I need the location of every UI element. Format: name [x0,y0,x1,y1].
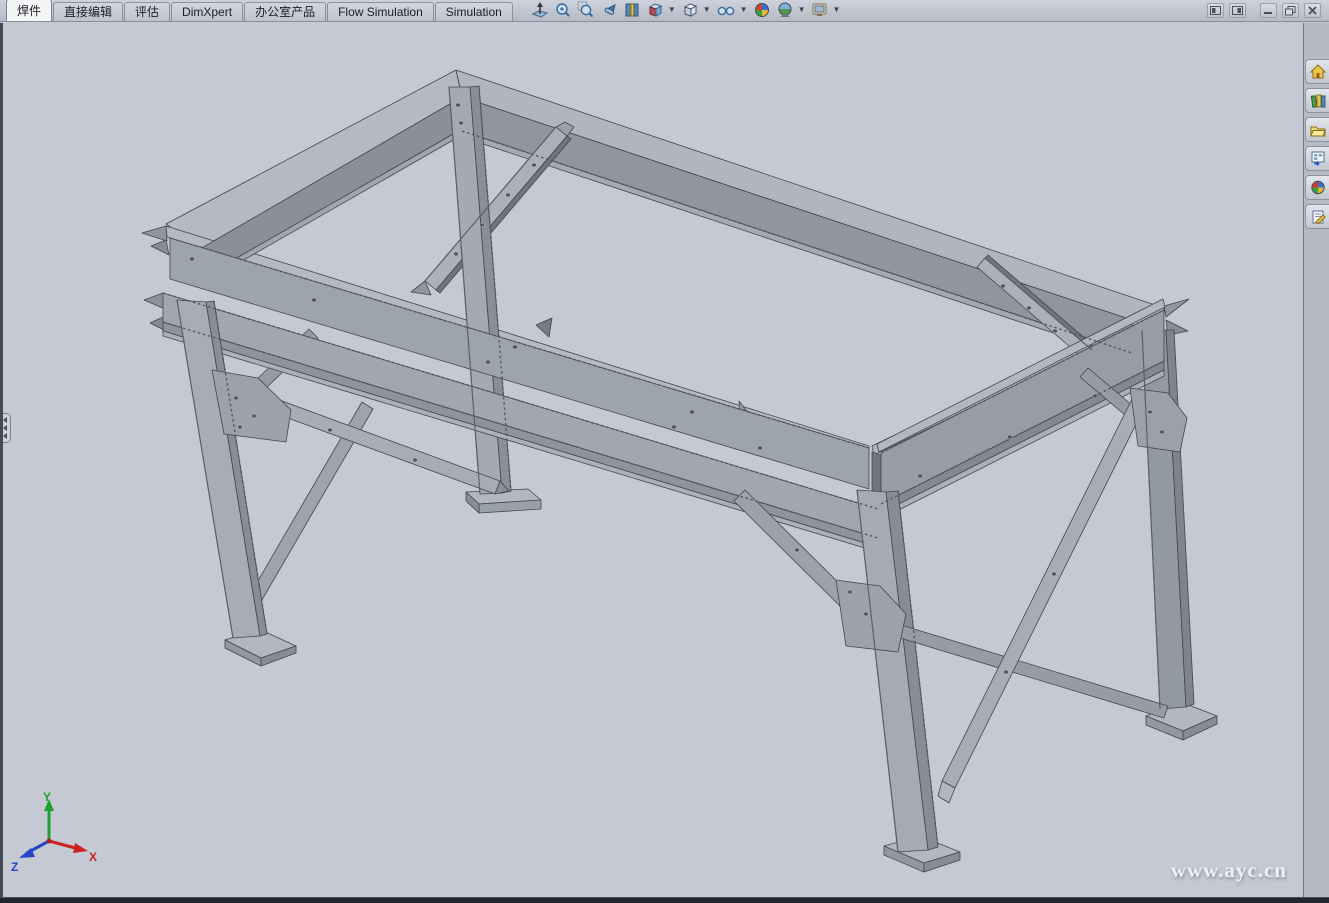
heads-up-view-toolbar: ▼ ▼ ▼ [530,0,842,21]
section-view-glyph [623,1,641,19]
hide-show-items-icon[interactable] [715,0,737,20]
zoom-to-area-icon[interactable] [576,0,596,20]
task-pane-tab-appearances-scenes[interactable] [1305,175,1329,200]
collapse-pane-right-button[interactable] [1229,3,1246,18]
collapse-pane-left-icon [1210,6,1221,15]
hide-show-items-dropdown[interactable]: ▼ [740,6,748,14]
zoom-to-area-glyph [577,1,595,19]
previous-view-icon[interactable] [599,0,619,20]
view-palette-icon [1310,151,1326,166]
triad-y-label: Y [43,790,51,804]
triad-x-label: X [89,850,97,864]
view-orientation-icon[interactable] [645,0,665,20]
weldment-frame-model [142,70,1217,872]
display-style-glyph [681,1,699,19]
appearances-sphere-icon [1310,180,1326,195]
view-orientation-dropdown[interactable]: ▼ [668,6,676,14]
reference-triad: Y X Z [9,789,101,877]
window-border-left [0,23,3,897]
triad-z-label: Z [11,860,18,874]
normal-to-glyph [531,1,549,19]
apply-scene-dropdown[interactable]: ▼ [798,6,806,14]
tab-simulation[interactable]: Simulation [435,2,513,21]
normal-to-icon[interactable] [530,0,550,20]
watermark: www.ayc.cn [1171,858,1287,883]
task-pane [1303,23,1329,897]
graphics-area[interactable]: Y X Z www.ayc.cn [3,23,1303,897]
task-pane-tab-custom-properties[interactable] [1305,204,1329,229]
restore-button[interactable] [1282,3,1299,18]
apply-scene-icon[interactable] [775,0,795,20]
home-icon [1310,64,1326,79]
books-icon [1310,93,1326,108]
display-style-dropdown[interactable]: ▼ [703,6,711,14]
custom-properties-icon [1310,209,1326,224]
collapse-arrow-icon [3,425,7,431]
section-view-icon[interactable] [622,0,642,20]
task-pane-tab-design-library[interactable] [1305,88,1329,113]
zoom-to-fit-icon[interactable] [553,0,573,20]
window-border-bottom [0,897,1329,903]
task-pane-tab-file-explorer[interactable] [1305,117,1329,142]
minimize-icon [1264,6,1274,15]
view-settings-dropdown[interactable]: ▼ [833,6,841,14]
tab-直接编辑[interactable]: 直接编辑 [53,2,123,21]
tab-评估[interactable]: 评估 [124,2,170,21]
model-canvas[interactable] [3,23,1303,897]
collapse-arrow-icon [3,433,7,439]
apply-scene-glyph [776,1,794,19]
display-style-icon[interactable] [680,0,700,20]
previous-view-glyph [600,1,618,19]
collapse-pane-right-icon [1232,6,1243,15]
tab-weldments[interactable]: 焊件 [6,0,52,21]
edit-appearance-icon[interactable] [752,0,772,20]
window-controls [1207,3,1321,18]
task-pane-tab-view-palette[interactable] [1305,146,1329,171]
minimize-button[interactable] [1260,3,1277,18]
restore-icon [1285,6,1296,16]
close-button[interactable] [1304,3,1321,18]
solidworks-window: 焊件直接编辑评估DimXpert办公室产品Flow SimulationSimu… [0,0,1329,903]
folder-icon [1310,123,1326,137]
task-pane-tab-solidworks-resources[interactable] [1305,59,1329,84]
collapse-arrow-icon [3,417,7,423]
view-orientation-glyph [646,1,664,19]
command-bar: 焊件直接编辑评估DimXpert办公室产品Flow SimulationSimu… [0,0,1329,22]
tab-dimxpert[interactable]: DimXpert [171,2,243,21]
collapse-pane-left-button[interactable] [1207,3,1224,18]
tab-办公室产品[interactable]: 办公室产品 [244,2,326,21]
edit-appearance-glyph [753,1,771,19]
command-tabs: 焊件直接编辑评估DimXpert办公室产品Flow SimulationSimu… [6,0,514,21]
view-settings-glyph [811,1,829,19]
view-settings-icon[interactable] [810,0,830,20]
tab-flow-simulation[interactable]: Flow Simulation [327,2,434,21]
zoom-to-fit-glyph [554,1,572,19]
close-icon [1308,6,1318,15]
hide-show-items-glyph [716,1,736,19]
